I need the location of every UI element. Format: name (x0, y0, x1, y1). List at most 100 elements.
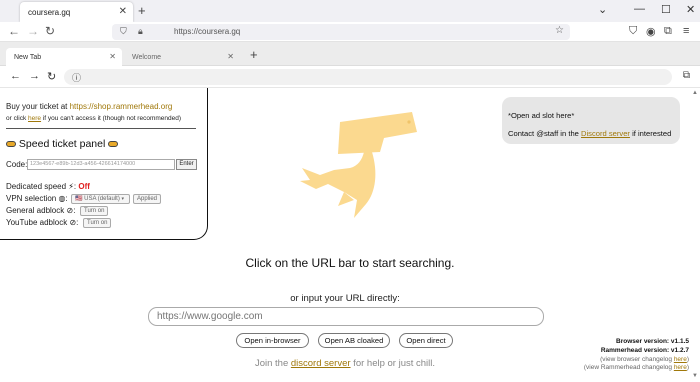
open-ab-cloaked-button[interactable]: Open AB cloaked (318, 333, 390, 348)
ad-slot-text: *Open ad slot here* (508, 111, 575, 120)
youtube-adblock-label: YouTube adblock ⊘: (6, 218, 79, 227)
shield-icon[interactable]: ⛉ (120, 26, 127, 37)
menu-icon[interactable]: ≡ (683, 25, 689, 37)
rammerhead-changelog-link[interactable]: here (674, 364, 687, 371)
code-label: Code: (6, 160, 28, 169)
click-prefix-text: or click (6, 115, 29, 122)
paren: ) (686, 356, 689, 363)
outer-nav-bar: ← → ↻ ⛉ 🔒︎ https://coursera.gq ☆ ⛉ ◉ ⧉ ≡ (0, 22, 700, 42)
inner-tab-bar: New Tab ✕ Welcome ✕ + (0, 42, 700, 66)
paren: ) (686, 364, 689, 371)
window-close-icon[interactable]: ✕ (686, 3, 695, 16)
open-in-browser-button[interactable]: Open in-browser (236, 333, 309, 348)
forward-arrow-icon[interactable]: → (29, 70, 40, 82)
rammerhead-version-label: Rammerhead version: (600, 347, 670, 354)
browser-version-value: v1.1.5 (670, 338, 689, 345)
rammerhead-version-value: v1.2.7 (670, 347, 689, 354)
reload-icon[interactable]: ↻ (47, 70, 56, 83)
discord-server-link[interactable]: Discord server (581, 129, 630, 138)
browser-changelog-text: (view browser changelog (600, 356, 674, 363)
speed-title-text: Speed ticket panel (18, 138, 106, 150)
back-arrow-icon[interactable]: ← (8, 24, 20, 38)
back-arrow-icon[interactable]: ← (10, 70, 21, 82)
minimize-icon[interactable]: — (634, 3, 645, 15)
scroll-down-icon[interactable]: ▼ (692, 373, 698, 379)
join-suffix: for help or just chill. (350, 358, 436, 369)
extensions-icon[interactable]: ⧉ (664, 25, 672, 38)
lock-icon[interactable]: 🔒︎ (138, 26, 143, 37)
speed-ticket-panel: Buy your ticket at https://shop.rammerhe… (0, 88, 208, 240)
rammerhead-version: Rammerhead version: v1.2.7 (601, 347, 689, 354)
pocket-icon[interactable]: ⛉ (629, 25, 637, 38)
general-adblock-turn-on-button[interactable]: Turn on (80, 206, 109, 216)
join-prefix: Join the (254, 358, 291, 369)
close-icon[interactable]: ✕ (119, 6, 127, 17)
vpn-select[interactable]: 🇺🇸 USA (default) ▾ (71, 194, 130, 204)
open-direct-button[interactable]: Open direct (399, 333, 453, 348)
here-link[interactable]: here (28, 115, 41, 122)
dedicated-speed-label: Dedicated speed ⚡︎: Off (6, 182, 90, 191)
maximize-icon[interactable]: ☐ (661, 3, 671, 16)
youtube-adblock-text: YouTube adblock (6, 218, 68, 227)
chevron-down-icon[interactable]: ⌄ (598, 3, 607, 16)
enter-button[interactable]: Enter (176, 159, 197, 170)
browser-version: Browser version: v1.1.5 (616, 338, 689, 345)
buy-ticket-text: Buy your ticket at (6, 102, 70, 111)
inner-tab-new-tab[interactable]: New Tab ✕ (6, 48, 122, 66)
rammerhead-changelog-line: (view Rammerhead changelog here) (584, 364, 689, 371)
info-icon: ⓘ (72, 73, 82, 83)
dedicated-speed-value: Off (78, 182, 90, 191)
browser-changelog-link[interactable]: here (674, 356, 687, 363)
code-input[interactable]: 123e4567-e89b-12d3-a456-426614174000 (27, 159, 175, 170)
plus-icon[interactable]: + (250, 47, 258, 62)
forward-arrow-icon[interactable]: → (27, 24, 39, 38)
general-adblock-text: General adblock (6, 206, 65, 215)
vpn-select-value: 🇺🇸 USA (default) (75, 196, 120, 202)
vpn-label-text: VPN selection (6, 194, 57, 203)
url-input[interactable] (148, 307, 544, 326)
inner-nav-bar: ← → ↻ ⓘ ⧉ (0, 66, 700, 88)
ticket-icon (108, 141, 119, 148)
close-icon[interactable]: ✕ (109, 52, 116, 61)
open-external-icon[interactable]: ⧉ (683, 70, 690, 81)
scroll-up-icon[interactable]: ▲ (692, 90, 698, 96)
speed-panel-title: Speed ticket panel (6, 138, 119, 150)
hammerhead-logo-icon (300, 112, 417, 218)
outer-url-text: https://coursera.gq (174, 27, 241, 36)
applied-button[interactable]: Applied (133, 194, 162, 204)
buy-ticket-line: Buy your ticket at https://shop.rammerhe… (6, 102, 172, 111)
inner-tab-title: New Tab (14, 54, 42, 61)
rammerhead-changelog-text: (view Rammerhead changelog (583, 364, 674, 371)
start-searching-text: Click on the URL bar to start searching. (245, 256, 455, 270)
click-here-line: or click here if you can't access it (th… (6, 115, 181, 122)
reload-icon[interactable]: ↻ (45, 24, 55, 38)
discord-server-link[interactable]: discord server (291, 358, 351, 369)
dedicated-label-text: Dedicated speed (6, 182, 67, 191)
general-adblock-label: General adblock ⊘: (6, 206, 76, 215)
youtube-adblock-turn-on-button[interactable]: Turn on (83, 218, 112, 228)
divider (6, 128, 196, 129)
shop-link[interactable]: https://shop.rammerhead.org (70, 102, 173, 111)
outer-url-bar[interactable]: ⛉ 🔒︎ https://coursera.gq ☆ (112, 24, 570, 40)
block-icon: ⊘ (69, 218, 77, 227)
outer-tab-title: coursera.gq (28, 8, 71, 17)
star-icon[interactable]: ☆ (555, 25, 564, 36)
ad-contact-suffix: if interested (629, 129, 672, 138)
close-icon[interactable]: ✕ (227, 52, 234, 61)
inner-tab-welcome[interactable]: Welcome ✕ (124, 48, 240, 66)
browser-changelog-line: (view browser changelog here) (600, 356, 689, 363)
outer-tab[interactable]: coursera.gq ✕ (20, 2, 133, 22)
click-suffix-text: if you can't access it (though not recom… (41, 115, 182, 122)
ad-contact-line: Contact @staff in the Discord server if … (508, 129, 671, 138)
plus-icon[interactable]: + (138, 3, 146, 18)
browser-version-label: Browser version: (616, 338, 670, 345)
ad-slot: *Open ad slot here* Contact @staff in th… (502, 97, 680, 144)
inner-url-bar[interactable]: ⓘ (64, 69, 672, 85)
chevron-down-icon: ▾ (121, 196, 125, 202)
account-icon[interactable]: ◉ (646, 25, 656, 38)
ad-contact-prefix: Contact @staff in the (508, 129, 581, 138)
vpn-selection-label: VPN selection ◍: (6, 194, 68, 203)
outer-tab-bar: coursera.gq ✕ + ⌄ — ☐ ✕ (0, 0, 700, 22)
globe-icon: ◍ (58, 194, 66, 203)
or-input-label: or input your URL directly: (290, 293, 400, 304)
